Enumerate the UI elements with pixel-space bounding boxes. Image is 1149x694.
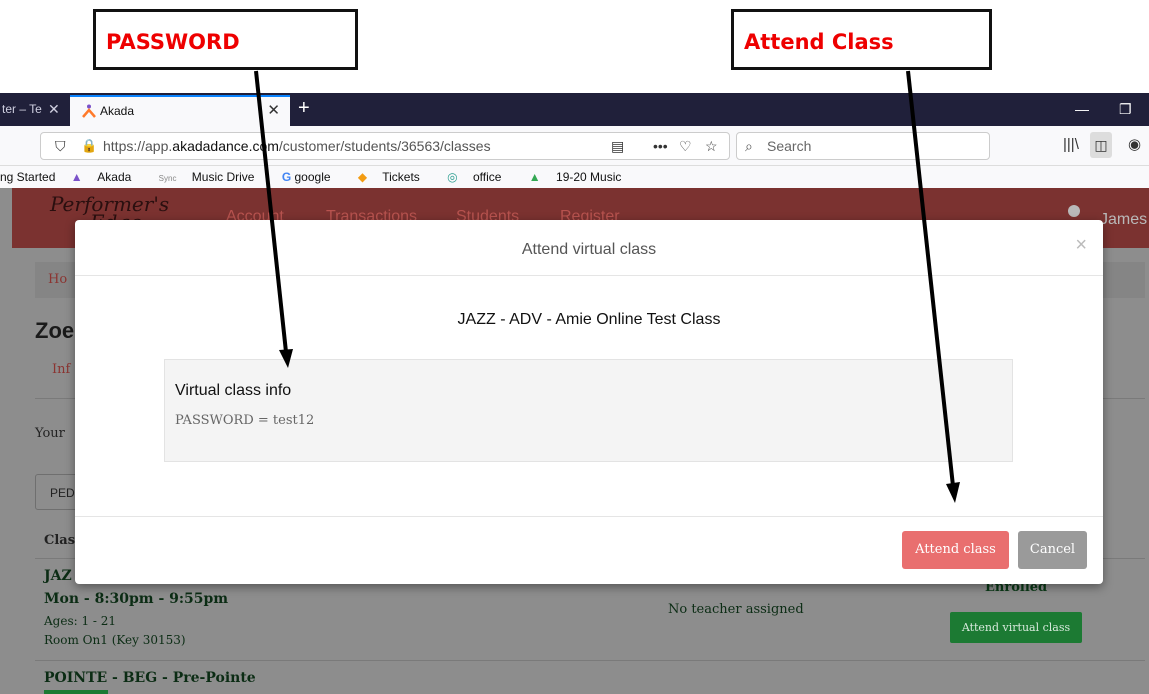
annotation-arrows [254, 70, 960, 503]
attend-arrow [906, 70, 955, 487]
password-arrowhead [279, 349, 293, 368]
password-arrow [254, 70, 288, 353]
attend-arrowhead [946, 482, 960, 503]
